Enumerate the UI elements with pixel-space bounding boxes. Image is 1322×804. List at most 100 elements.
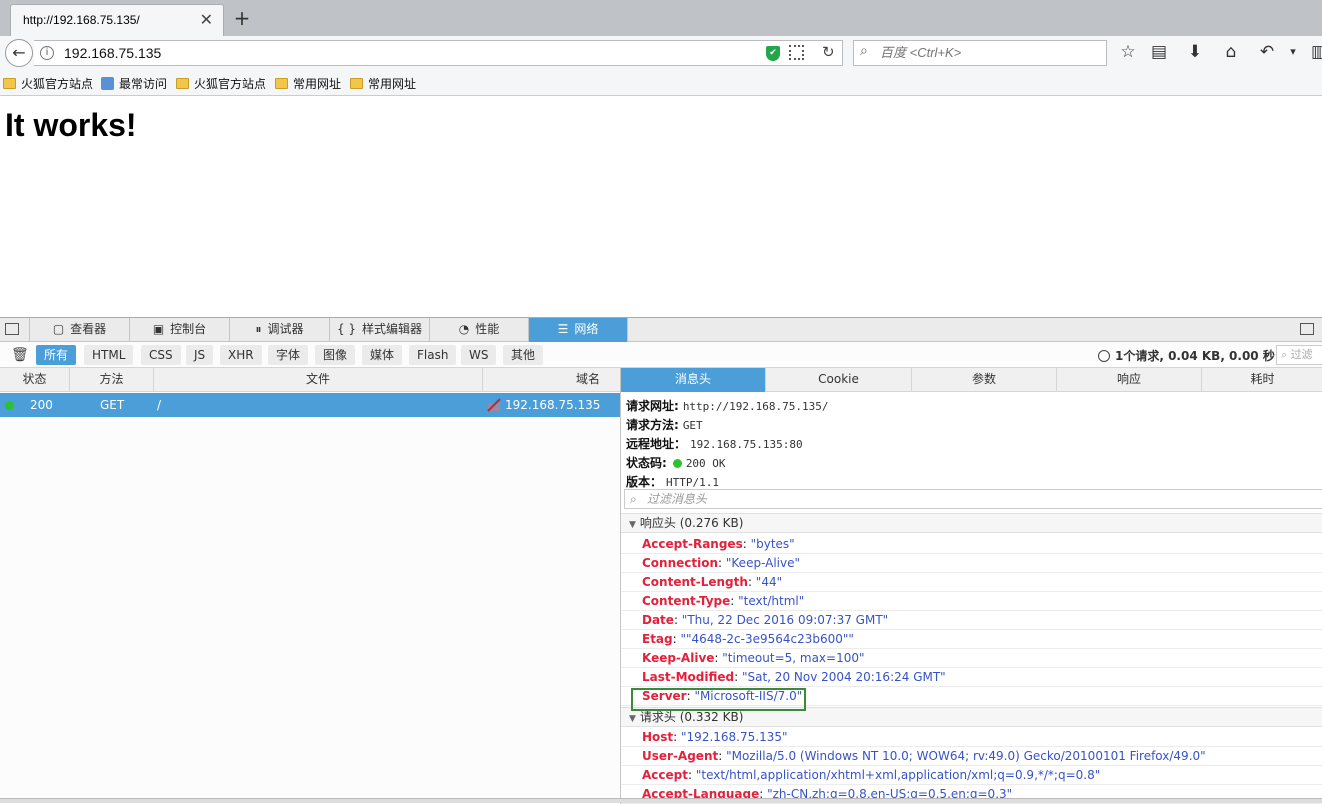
- filter-other-button[interactable]: 其他: [503, 345, 544, 365]
- folder-icon: [176, 78, 189, 89]
- request-header-row[interactable]: Accept: "text/html,application/xhtml+xml…: [621, 766, 1322, 785]
- bookmark-item[interactable]: 常用网址: [350, 75, 416, 92]
- request-header-row[interactable]: User-Agent: "Mozilla/5.0 (Windows NT 10.…: [621, 747, 1322, 766]
- filter-flash-button[interactable]: Flash: [409, 345, 457, 365]
- tab-response[interactable]: 响应: [1057, 368, 1202, 392]
- highlight-box: [631, 688, 806, 711]
- info-icon[interactable]: i: [40, 46, 54, 60]
- inspector-icon: ▢: [52, 322, 65, 336]
- detail-tabs: 消息头 Cookie 参数 响应 耗时: [621, 368, 1322, 392]
- response-header-row[interactable]: Date: "Thu, 22 Dec 2016 09:07:37 GMT": [621, 611, 1322, 630]
- pick-element-icon: [5, 323, 19, 335]
- reading-list-icon[interactable]: ▤: [1148, 42, 1170, 62]
- search-input[interactable]: [880, 45, 1100, 60]
- tab-params[interactable]: 参数: [912, 368, 1057, 392]
- filter-ws-button[interactable]: WS: [461, 345, 497, 365]
- scrollbar-bottom[interactable]: [0, 798, 1322, 803]
- filter-images-button[interactable]: 图像: [315, 345, 356, 365]
- filter-css-button[interactable]: CSS: [141, 345, 181, 365]
- chevron-down-icon[interactable]: ▾: [1282, 45, 1304, 58]
- tab-strip: http://192.168.75.135/ ✕ +: [0, 0, 1322, 36]
- menu-icon[interactable]: ▥: [1308, 42, 1322, 62]
- tab-performance[interactable]: ◔ 性能: [430, 318, 529, 342]
- tab-cookies[interactable]: Cookie: [766, 368, 912, 392]
- search-icon: ⌕: [630, 492, 637, 506]
- filter-xhr-button[interactable]: XHR: [220, 345, 262, 365]
- response-header-row[interactable]: Etag: ""4648-2c-3e9564c23b600"": [621, 630, 1322, 649]
- trash-icon[interactable]: 🗑: [11, 347, 29, 363]
- dock-layout-icon[interactable]: [1300, 323, 1314, 335]
- bookmarks-toolbar: 火狐官方站点 最常访问 火狐官方站点 常用网址 常用网址: [0, 70, 1322, 96]
- devtools-panel: ▢ 查看器 ▣ 控制台 ⏸ 调试器 { } 样式编辑器 ◔ 性能 ☰ 网络 🗑 所有 HTM…: [0, 317, 1322, 804]
- row-status: 200: [30, 398, 53, 412]
- search-icon: ⌕: [860, 43, 868, 59]
- filter-media-button[interactable]: 媒体: [362, 345, 403, 365]
- braces-icon: { }: [336, 322, 357, 336]
- tab-timings[interactable]: 耗时: [1202, 368, 1322, 392]
- column-method[interactable]: 方法: [70, 368, 154, 392]
- element-picker-button[interactable]: [0, 318, 30, 342]
- devtools-tabs: ▢ 查看器 ▣ 控制台 ⏸ 调试器 { } 样式编辑器 ◔ 性能 ☰ 网络: [0, 318, 1322, 342]
- bookmark-item[interactable]: 火狐官方站点: [176, 75, 266, 92]
- tab-debugger[interactable]: ⏸ 调试器: [230, 318, 330, 342]
- insecure-lock-icon: [487, 398, 501, 412]
- filter-fonts-button[interactable]: 字体: [268, 345, 309, 365]
- new-tab-button[interactable]: +: [232, 6, 252, 30]
- browser-tab[interactable]: http://192.168.75.135/ ✕: [10, 4, 224, 36]
- summary-request-url: 请求网址: http://192.168.75.135/: [626, 399, 829, 413]
- request-table-header: 状态 方法 文件 域名: [0, 368, 620, 392]
- column-domain[interactable]: 域名: [483, 368, 620, 392]
- response-header-row[interactable]: Connection: "Keep-Alive": [621, 554, 1322, 573]
- tab-style-editor[interactable]: { } 样式编辑器: [330, 318, 430, 342]
- response-header-row[interactable]: Last-Modified: "Sat, 20 Nov 2004 20:16:2…: [621, 668, 1322, 687]
- column-status[interactable]: 状态: [0, 368, 70, 392]
- response-header-row[interactable]: Content-Length: "44": [621, 573, 1322, 592]
- filter-url-input[interactable]: ⌕ 过滤: [1276, 345, 1322, 365]
- filter-html-button[interactable]: HTML: [84, 345, 134, 365]
- star-icon[interactable]: ☆: [1117, 42, 1139, 62]
- network-filter-bar: 🗑 所有 HTML CSS JS XHR 字体 图像 媒体 Flash WS 其…: [0, 342, 1322, 368]
- summary-status-code: 状态码: 200 OK: [626, 456, 726, 470]
- debugger-icon: ⏸: [255, 322, 262, 336]
- table-row[interactable]: 200 GET / 192.168.75.135: [0, 393, 620, 417]
- qr-code-icon[interactable]: [789, 45, 804, 60]
- summary-version: 版本： HTTP/1.1: [626, 475, 719, 489]
- summary-remote-address: 远程地址： 192.168.75.135:80: [626, 437, 803, 451]
- bookmark-item[interactable]: 火狐官方站点: [3, 75, 93, 92]
- filter-all-button[interactable]: 所有: [36, 345, 77, 365]
- undo-icon[interactable]: ↶: [1256, 42, 1278, 62]
- tab-console[interactable]: ▣ 控制台: [130, 318, 230, 342]
- nav-bar: ← i 192.168.75.135 ✔ ↻ ⌕ ☆ ▤ ⬇ ⌂ ↶ ▾ ▥: [0, 36, 1322, 70]
- tab-headers[interactable]: 消息头: [621, 368, 766, 392]
- clock-icon: [1098, 350, 1110, 362]
- bookmark-item[interactable]: 常用网址: [275, 75, 341, 92]
- shield-icon[interactable]: ✔: [766, 46, 780, 61]
- folder-icon: [350, 78, 363, 89]
- response-header-row[interactable]: Content-Type: "text/html": [621, 592, 1322, 611]
- filter-js-button[interactable]: JS: [186, 345, 214, 365]
- reload-icon[interactable]: ↻: [822, 43, 835, 61]
- response-header-row[interactable]: Accept-Ranges: "bytes": [621, 535, 1322, 554]
- home-icon[interactable]: ⌂: [1220, 42, 1242, 62]
- bookmark-icon: [101, 77, 114, 90]
- row-domain: 192.168.75.135: [505, 398, 601, 412]
- filter-headers-input[interactable]: ⌕ 过滤消息头: [624, 489, 1322, 509]
- response-header-row[interactable]: Keep-Alive: "timeout=5, max=100": [621, 649, 1322, 668]
- request-header-row[interactable]: Host: "192.168.75.135": [621, 728, 1322, 747]
- close-tab-icon[interactable]: ✕: [200, 10, 213, 29]
- tab-network[interactable]: ☰ 网络: [529, 318, 628, 342]
- tab-inspector[interactable]: ▢ 查看器: [30, 318, 130, 342]
- column-file[interactable]: 文件: [154, 368, 483, 392]
- back-button[interactable]: ←: [5, 39, 33, 67]
- bookmark-item[interactable]: 最常访问: [101, 75, 167, 92]
- download-icon[interactable]: ⬇: [1184, 42, 1206, 62]
- url-text[interactable]: 192.168.75.135: [64, 45, 161, 61]
- collapse-triangle-icon: ▼: [629, 520, 636, 530]
- row-method: GET: [100, 398, 125, 412]
- url-bar[interactable]: i 192.168.75.135 ✔ ↻: [34, 40, 843, 66]
- collapse-triangle-icon: ▼: [629, 714, 636, 724]
- console-icon: ▣: [152, 322, 165, 336]
- search-bar[interactable]: ⌕: [853, 40, 1107, 66]
- folder-icon: [275, 78, 288, 89]
- response-headers-section[interactable]: ▼ 响应头 (0.276 KB): [621, 513, 1322, 533]
